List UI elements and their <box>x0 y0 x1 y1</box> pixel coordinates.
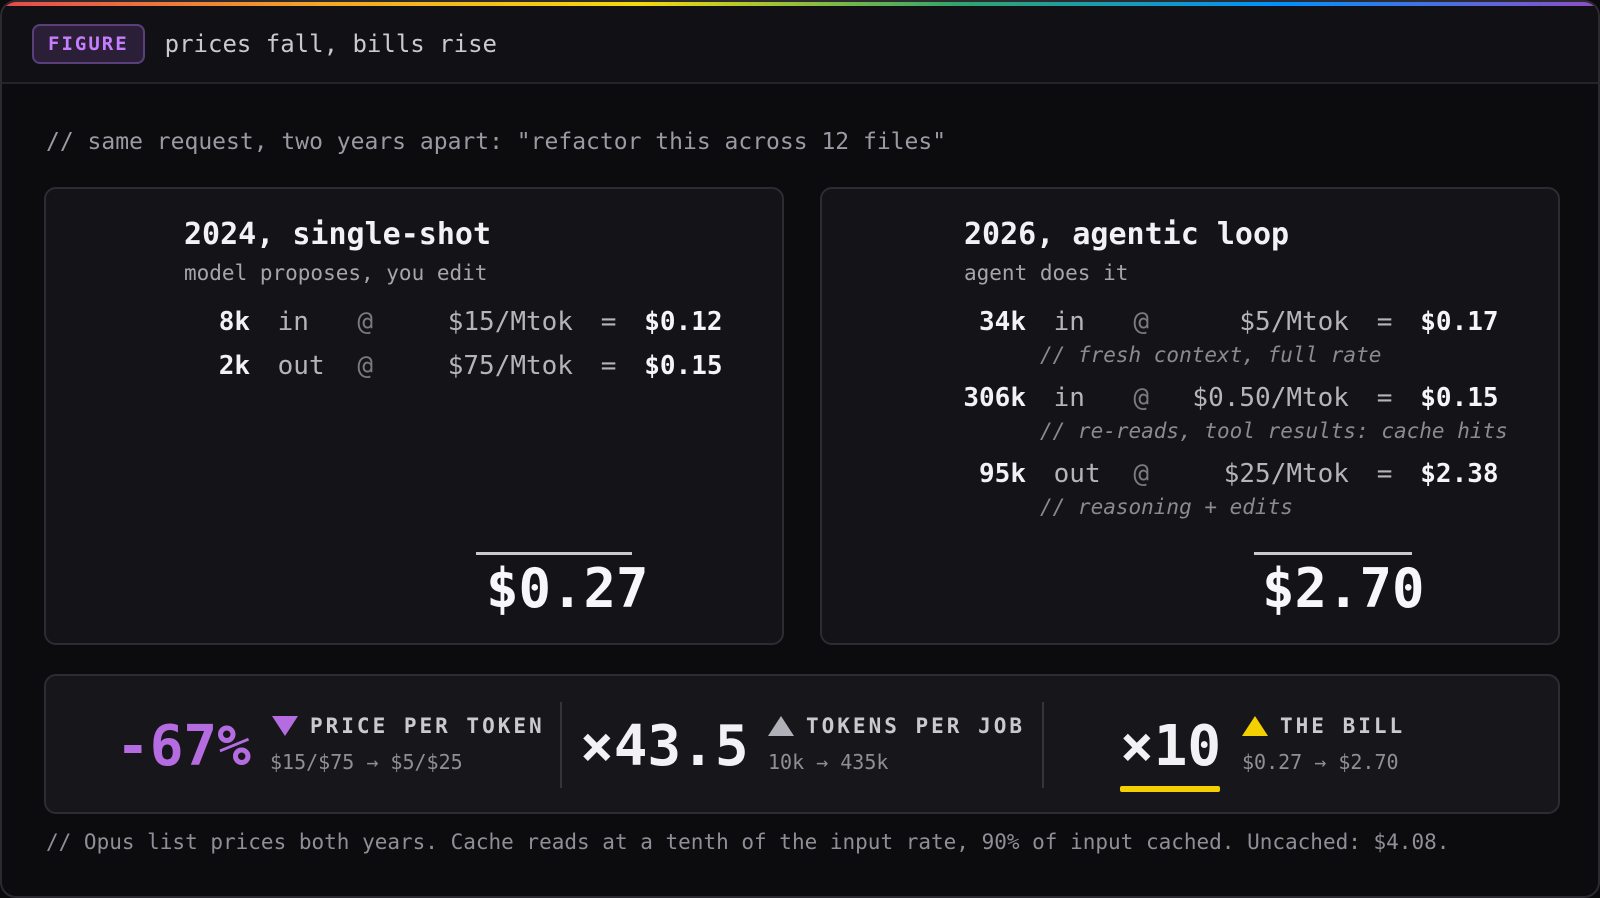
token-amount: 95k <box>979 459 1026 489</box>
figure-header: FIGURE prices fall, bills rise <box>2 6 1598 84</box>
up-triangle-icon <box>768 716 794 736</box>
at-sign: @ <box>1133 383 1149 413</box>
stat-divider <box>1042 702 1044 788</box>
figure-tag: FIGURE <box>32 24 145 64</box>
at-sign: @ <box>1133 307 1149 337</box>
row-note: // reasoning + edits <box>1040 495 1293 519</box>
down-triangle-icon <box>272 716 298 736</box>
card-subtitle: agent does it <box>964 261 1129 285</box>
equals-sign: = <box>1376 459 1393 489</box>
row-cost: $0.15 <box>1420 383 1499 413</box>
cost-row: 34k in @ $5/Mtok = $0.17 <box>950 307 1499 337</box>
token-amount: 34k <box>979 307 1026 337</box>
bill-highlight-underline <box>1120 786 1220 792</box>
token-amount: 306k <box>963 383 1026 413</box>
card-2026: 2026, agentic loop agent does it 34k in … <box>820 187 1560 645</box>
row-cost: $0.15 <box>644 351 723 381</box>
token-direction: out <box>1053 459 1101 489</box>
total-cost: $0.27 <box>486 557 649 620</box>
row-cost: $2.38 <box>1420 459 1499 489</box>
equals-sign: = <box>600 351 617 381</box>
the-bill-label: THE BILL <box>1280 714 1406 738</box>
cost-row: 2k out @ $75/Mtok = $0.15 <box>186 351 723 381</box>
equals-sign: = <box>1376 383 1393 413</box>
stat-divider <box>560 702 562 788</box>
at-sign: @ <box>1133 459 1149 489</box>
footnote: // Opus list prices both years. Cache re… <box>46 830 1450 854</box>
intro-comment: // same request, two years apart: "refac… <box>46 129 947 155</box>
tokens-per-job-label: TOKENS PER JOB <box>806 714 1026 738</box>
total-rule <box>1254 552 1412 555</box>
at-sign: @ <box>357 307 373 337</box>
token-rate: $75/Mtok <box>447 351 573 381</box>
token-direction: out <box>277 351 325 381</box>
token-rate: $5/Mtok <box>1239 307 1349 337</box>
row-cost: $0.17 <box>1420 307 1499 337</box>
row-note: // fresh context, full rate <box>1040 343 1382 367</box>
total-rule <box>476 552 632 555</box>
row-cost: $0.12 <box>644 307 723 337</box>
token-rate: $25/Mtok <box>1223 459 1349 489</box>
price-change-detail: $15/$75 → $5/$25 <box>270 750 463 774</box>
at-sign: @ <box>357 351 373 381</box>
cost-row: 95k out @ $25/Mtok = $2.38 <box>950 459 1499 489</box>
tokens-change-value: ×43.5 <box>580 714 749 779</box>
price-per-token-label: PRICE PER TOKEN <box>310 714 545 738</box>
token-direction: in <box>277 307 309 337</box>
card-subtitle: model proposes, you edit <box>184 261 488 285</box>
row-note: // re-reads, tool results: cache hits <box>1040 419 1508 443</box>
tokens-change-detail: 10k → 435k <box>768 750 889 774</box>
equals-sign: = <box>1376 307 1393 337</box>
token-amount: 8k <box>218 307 250 337</box>
cost-row: 306k in @ $0.50/Mtok = $0.15 <box>950 383 1499 413</box>
token-rate: $15/Mtok <box>447 307 573 337</box>
total-cost: $2.70 <box>1262 557 1425 620</box>
figure-frame: FIGURE prices fall, bills rise // same r… <box>0 0 1600 898</box>
card-title: 2024, single-shot <box>184 217 492 252</box>
cost-row: 8k in @ $15/Mtok = $0.12 <box>186 307 723 337</box>
token-direction: in <box>1053 383 1085 413</box>
card-2024: 2024, single-shot model proposes, you ed… <box>44 187 784 645</box>
card-title: 2026, agentic loop <box>964 217 1290 252</box>
figure-title: prices fall, bills rise <box>164 30 497 58</box>
up-triangle-icon <box>1242 716 1268 736</box>
token-direction: in <box>1053 307 1085 337</box>
price-change-value: -67% <box>116 714 251 779</box>
bill-change-detail: $0.27 → $2.70 <box>1242 750 1399 774</box>
equals-sign: = <box>600 307 617 337</box>
summary-stats: -67% PRICE PER TOKEN $15/$75 → $5/$25 ×4… <box>44 674 1560 814</box>
token-rate: $0.50/Mtok <box>1192 383 1349 413</box>
bill-change-value: ×10 <box>1120 714 1222 779</box>
token-amount: 2k <box>218 351 250 381</box>
